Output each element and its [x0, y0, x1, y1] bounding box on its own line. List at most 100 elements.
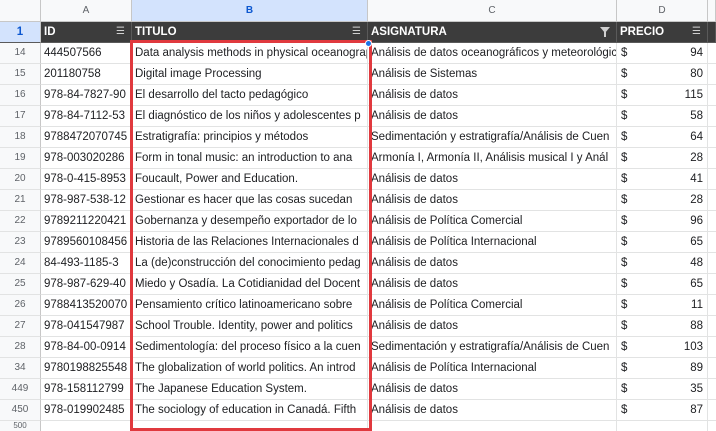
- header-cell-titulo[interactable]: TITULO ☰: [132, 22, 368, 43]
- cell-id[interactable]: 978-0-415-8953: [41, 169, 132, 190]
- row-number[interactable]: 14: [0, 43, 41, 64]
- empty-cell[interactable]: [708, 400, 716, 421]
- cell-titulo[interactable]: La (de)construcción del conocimiento ped…: [132, 253, 368, 274]
- row-number[interactable]: 17: [0, 106, 41, 127]
- cell-id[interactable]: 978-84-7827-90: [41, 85, 132, 106]
- cell-precio[interactable]: $58: [617, 106, 708, 127]
- cell-asignatura[interactable]: Sedimentación y estratigrafía/Análisis d…: [368, 127, 617, 148]
- row-number[interactable]: 20: [0, 169, 41, 190]
- cell-precio[interactable]: $64: [617, 127, 708, 148]
- cell-id[interactable]: 978-019902485: [41, 400, 132, 421]
- cell-precio[interactable]: $28: [617, 148, 708, 169]
- empty-cell[interactable]: [708, 22, 716, 43]
- cell-id[interactable]: 978-003020286: [41, 148, 132, 169]
- cell-precio[interactable]: $87: [617, 400, 708, 421]
- cell-id[interactable]: 9780198825548: [41, 358, 132, 379]
- cell-titulo[interactable]: Gobernanza y desempeño exportador de lo: [132, 211, 368, 232]
- empty-cell[interactable]: [708, 106, 716, 127]
- row-number[interactable]: 21: [0, 190, 41, 211]
- cell-titulo[interactable]: Gestionar es hacer que las cosas sucedan: [132, 190, 368, 211]
- row-number[interactable]: 34: [0, 358, 41, 379]
- header-cell-asignatura[interactable]: ASIGNATURA: [368, 22, 617, 43]
- cell-precio[interactable]: $88: [617, 316, 708, 337]
- cell-titulo[interactable]: El diagnóstico de los niños y adolescent…: [132, 106, 368, 127]
- row-number[interactable]: 25: [0, 274, 41, 295]
- row-number[interactable]: 16: [0, 85, 41, 106]
- empty-cell[interactable]: [708, 274, 716, 295]
- cell-id[interactable]: 9788472070745: [41, 127, 132, 148]
- empty-cell[interactable]: [708, 421, 716, 431]
- row-number[interactable]: 450: [0, 400, 41, 421]
- cell-precio[interactable]: $48: [617, 253, 708, 274]
- cell-precio[interactable]: $115: [617, 85, 708, 106]
- row-number[interactable]: 26: [0, 295, 41, 316]
- filter-icon[interactable]: ☰: [692, 22, 701, 42]
- cell-precio[interactable]: $28: [617, 190, 708, 211]
- cell-asignatura[interactable]: Análisis de datos: [368, 379, 617, 400]
- cell-asignatura[interactable]: Análisis de datos: [368, 169, 617, 190]
- cell-id[interactable]: 978-84-00-0914: [41, 337, 132, 358]
- cell-titulo[interactable]: Foucault, Power and Education.: [132, 169, 368, 190]
- cell-id[interactable]: 9789560108456: [41, 232, 132, 253]
- row-number[interactable]: 449: [0, 379, 41, 400]
- cell-id[interactable]: 978-041547987: [41, 316, 132, 337]
- filter-active-icon[interactable]: [600, 27, 610, 37]
- cell-precio[interactable]: $11: [617, 295, 708, 316]
- row-number[interactable]: 28: [0, 337, 41, 358]
- row-number[interactable]: 18: [0, 127, 41, 148]
- row-number[interactable]: 15: [0, 64, 41, 85]
- cell-precio[interactable]: $89: [617, 358, 708, 379]
- empty-cell[interactable]: [708, 316, 716, 337]
- cell-titulo[interactable]: Sedimentología: del proceso físico a la …: [132, 337, 368, 358]
- cell-id[interactable]: 978-987-629-40: [41, 274, 132, 295]
- cell-titulo[interactable]: El desarrollo del tacto pedagógico: [132, 85, 368, 106]
- cell-asignatura[interactable]: Análisis de Política Comercial: [368, 211, 617, 232]
- cell-asignatura[interactable]: Análisis de datos: [368, 400, 617, 421]
- header-cell-precio[interactable]: PRECIO ☰: [617, 22, 708, 43]
- column-header-a[interactable]: A: [41, 0, 132, 22]
- cell-id[interactable]: 978-84-7112-53: [41, 106, 132, 127]
- cell-titulo[interactable]: Pensamiento crítico latinoamericano sobr…: [132, 295, 368, 316]
- cell-precio[interactable]: $35: [617, 379, 708, 400]
- cell-titulo[interactable]: Data analysis methods in physical oceano…: [132, 43, 368, 64]
- cell-titulo[interactable]: Miedo y Osadía. La Cotidianidad del Doce…: [132, 274, 368, 295]
- cell-asignatura[interactable]: Análisis de datos: [368, 190, 617, 211]
- row-number[interactable]: 22: [0, 211, 41, 232]
- cell-asignatura[interactable]: Análisis de datos: [368, 85, 617, 106]
- cell-id[interactable]: 201180758: [41, 64, 132, 85]
- column-header-c[interactable]: C: [368, 0, 617, 22]
- cell-asignatura[interactable]: Análisis de datos oceanográficos y meteo…: [368, 43, 617, 64]
- filter-icon[interactable]: ☰: [352, 22, 361, 42]
- cell-titulo[interactable]: Form in tonal music: an introduction to …: [132, 148, 368, 169]
- cell-precio[interactable]: $65: [617, 232, 708, 253]
- cell-asignatura[interactable]: Análisis de Política Comercial: [368, 295, 617, 316]
- cell-asignatura[interactable]: Sedimentación y estratigrafía/Análisis d…: [368, 337, 617, 358]
- cell-precio[interactable]: $103: [617, 337, 708, 358]
- cell-titulo[interactable]: Historia de las Relaciones Internacional…: [132, 232, 368, 253]
- cell-asignatura[interactable]: Análisis de datos: [368, 274, 617, 295]
- cell-asignatura[interactable]: Análisis de Política Internacional: [368, 358, 617, 379]
- empty-cell[interactable]: [708, 295, 716, 316]
- selection-handle[interactable]: [365, 40, 372, 47]
- empty-cell[interactable]: [708, 169, 716, 190]
- cell-id[interactable]: 978-987-538-12: [41, 190, 132, 211]
- empty-cell[interactable]: [708, 379, 716, 400]
- cell-asignatura[interactable]: Análisis de Sistemas: [368, 64, 617, 85]
- cell-id[interactable]: 9788413520070: [41, 295, 132, 316]
- column-header-b[interactable]: B: [132, 0, 368, 22]
- cell-titulo[interactable]: Digital image Processing: [132, 64, 368, 85]
- cell-precio[interactable]: $94: [617, 43, 708, 64]
- filter-icon[interactable]: ☰: [116, 22, 125, 42]
- empty-cell[interactable]: [708, 337, 716, 358]
- empty-cell[interactable]: [708, 43, 716, 64]
- column-header-e[interactable]: [708, 0, 716, 22]
- row-number[interactable]: 24: [0, 253, 41, 274]
- cell-asignatura[interactable]: Análisis de datos: [368, 253, 617, 274]
- empty-cell[interactable]: [368, 421, 617, 431]
- header-cell-id[interactable]: ID ☰: [41, 22, 132, 43]
- empty-cell[interactable]: [708, 358, 716, 379]
- row-number[interactable]: 23: [0, 232, 41, 253]
- cell-id[interactable]: 444507566: [41, 43, 132, 64]
- cell-asignatura[interactable]: Análisis de datos: [368, 106, 617, 127]
- empty-cell[interactable]: [708, 211, 716, 232]
